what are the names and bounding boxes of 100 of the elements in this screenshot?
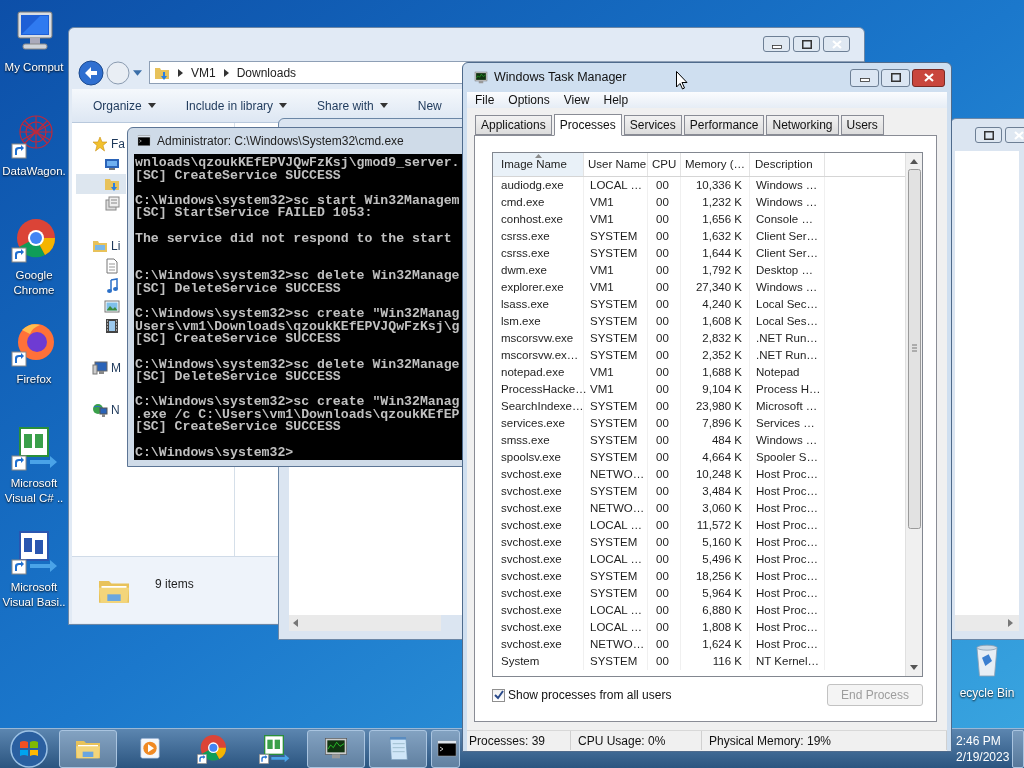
window-title: Windows Task Manager [494,69,627,87]
app-tile-icon [10,424,58,472]
table-cell-text: svchost.exe [501,551,562,567]
left-arrow-icon[interactable] [293,619,298,627]
right-arrow-icon[interactable] [1008,619,1013,627]
taskbar-button[interactable] [431,729,460,768]
table-cell-text: 00 [656,279,669,295]
maximize-icon [890,73,901,82]
desktop-shortcut[interactable]: DataWagon. [0,112,68,179]
tab[interactable]: Applications [475,115,552,135]
table-cell-text: Host Proc… [756,568,818,584]
cursor-icon [676,71,688,90]
table-cell-text: LOCAL … [590,619,642,635]
console-line: .exe /c C:\Users\vm1\Downloads\qzoukKEfEP [135,408,461,422]
start-button[interactable] [9,728,49,768]
terminal-icon [136,133,152,149]
table-cell-text: 00 [656,296,669,312]
toolbar-button[interactable]: Organize [93,96,156,115]
scrollbar[interactable] [289,615,441,631]
table-cell-text: 00 [656,585,669,601]
close-icon [923,73,934,82]
tab[interactable]: Services [623,115,682,135]
taskbar-button[interactable] [307,729,365,768]
desktop-shortcut[interactable]: My Comput [0,8,68,75]
clock-date[interactable]: 2/19/2023 [956,748,1010,765]
minimize-button[interactable] [850,68,879,87]
table-cell-text: 00 [656,381,669,397]
menu-item[interactable]: Help [603,91,629,109]
table-cell-text: 00 [656,449,669,465]
table-cell-text: 2,832 K [702,330,742,346]
table-cell-text: svchost.exe [501,483,562,499]
back-button[interactable] [78,59,104,86]
table-cell-text: LOCAL … [590,602,642,618]
caret-icon[interactable] [133,69,142,76]
clock-time[interactable]: 2:46 PM [956,732,1001,749]
desktop-shortcut[interactable]: Firefox [0,320,68,387]
console-line: Users\vm1\Downloads\qzoukKEfEPVJQwFzKsj\g [135,320,461,334]
column-header[interactable]: Image Name [493,153,584,176]
table-cell-text: 6,880 K [702,602,742,618]
table-cell-text: 00 [656,466,669,482]
up-arrow-icon[interactable] [910,159,918,164]
menu-item[interactable]: Options [508,91,550,109]
chevron-icon[interactable] [178,68,183,77]
minimize-button[interactable] [763,36,790,52]
breadcrumb-item[interactable]: VM1 [191,63,216,82]
table-cell-text: svchost.exe [501,585,562,601]
table-cell-text: svchost.exe [501,534,562,550]
checkbox[interactable] [492,688,505,702]
maximize-button[interactable] [793,36,820,52]
console-line: C:\Windows\system32>sc start Win32Managem [135,194,461,208]
menu-item[interactable]: File [475,91,495,109]
table-cell-text: Host Proc… [756,636,818,652]
menu-item[interactable]: View [563,91,590,109]
toolbar-button[interactable]: Include in library [185,96,288,115]
tab[interactable]: Networking [766,115,839,135]
table-cell-text: Host Proc… [756,517,818,533]
table-cell-text: Client Ser… [756,228,818,244]
document-icon [104,258,120,274]
table-cell-text: 1,644 K [702,245,742,261]
table-cell-text: csrss.exe [501,228,550,244]
chevron-icon[interactable] [223,68,229,77]
desktop-shortcut[interactable]: Microsoft Visual C# .. [0,424,68,506]
tab[interactable]: Processes [553,114,622,136]
close-button[interactable] [823,36,850,52]
table-cell-text: .NET Run… [756,347,818,363]
scrollbar[interactable] [905,153,922,676]
show-desktop-button[interactable] [1012,729,1024,768]
toolbar-button[interactable]: Share with [317,96,388,115]
table-cell-text: 00 [656,568,669,584]
table-cell-text: SYSTEM [590,398,638,414]
console-line: [SC] CreateService SUCCESS [135,421,341,435]
image-icon [104,298,120,314]
maximize-button[interactable] [975,127,1002,143]
console-line: C:\Windows\system32>sc create "Win32Manag [135,396,461,409]
close-button[interactable] [912,68,945,87]
close-button[interactable] [1005,127,1024,143]
nav-item[interactable]: M [76,358,121,378]
console-line: C:\Windows\system32>sc delete Win32Manage [135,270,461,283]
checkbox-label[interactable]: Show processes from all users [508,686,672,704]
film-icon [104,318,120,334]
down-arrow-icon[interactable] [910,665,918,670]
table-cell-text: 00 [656,228,669,244]
toolbar-button[interactable]: New [417,96,442,115]
nav-item[interactable]: N [76,400,120,420]
status-text: CPU Usage: 0% [578,732,666,750]
console-line: C:\Windows\system32> [135,446,295,460]
table-cell-text: VM1 [590,194,614,210]
table-cell-text: 1,632 K [702,228,742,244]
tab[interactable]: Performance [683,115,765,135]
breadcrumb-item[interactable]: Downloads [236,63,297,82]
nav-item[interactable]: Li [76,236,121,256]
desktop-shortcut[interactable]: Microsoft Visual Basi.. [0,528,68,610]
nav-item[interactable]: Fa [76,134,125,154]
maximize-button[interactable] [881,68,910,87]
desktop-shortcut[interactable]: Google Chrome [0,216,68,298]
table-cell-text: lsass.exe [501,296,549,312]
scrollbar[interactable] [955,615,1019,631]
tab[interactable]: Users [840,115,884,135]
scroll-thumb[interactable] [907,169,921,529]
table-cell-text: SYSTEM [590,245,638,261]
